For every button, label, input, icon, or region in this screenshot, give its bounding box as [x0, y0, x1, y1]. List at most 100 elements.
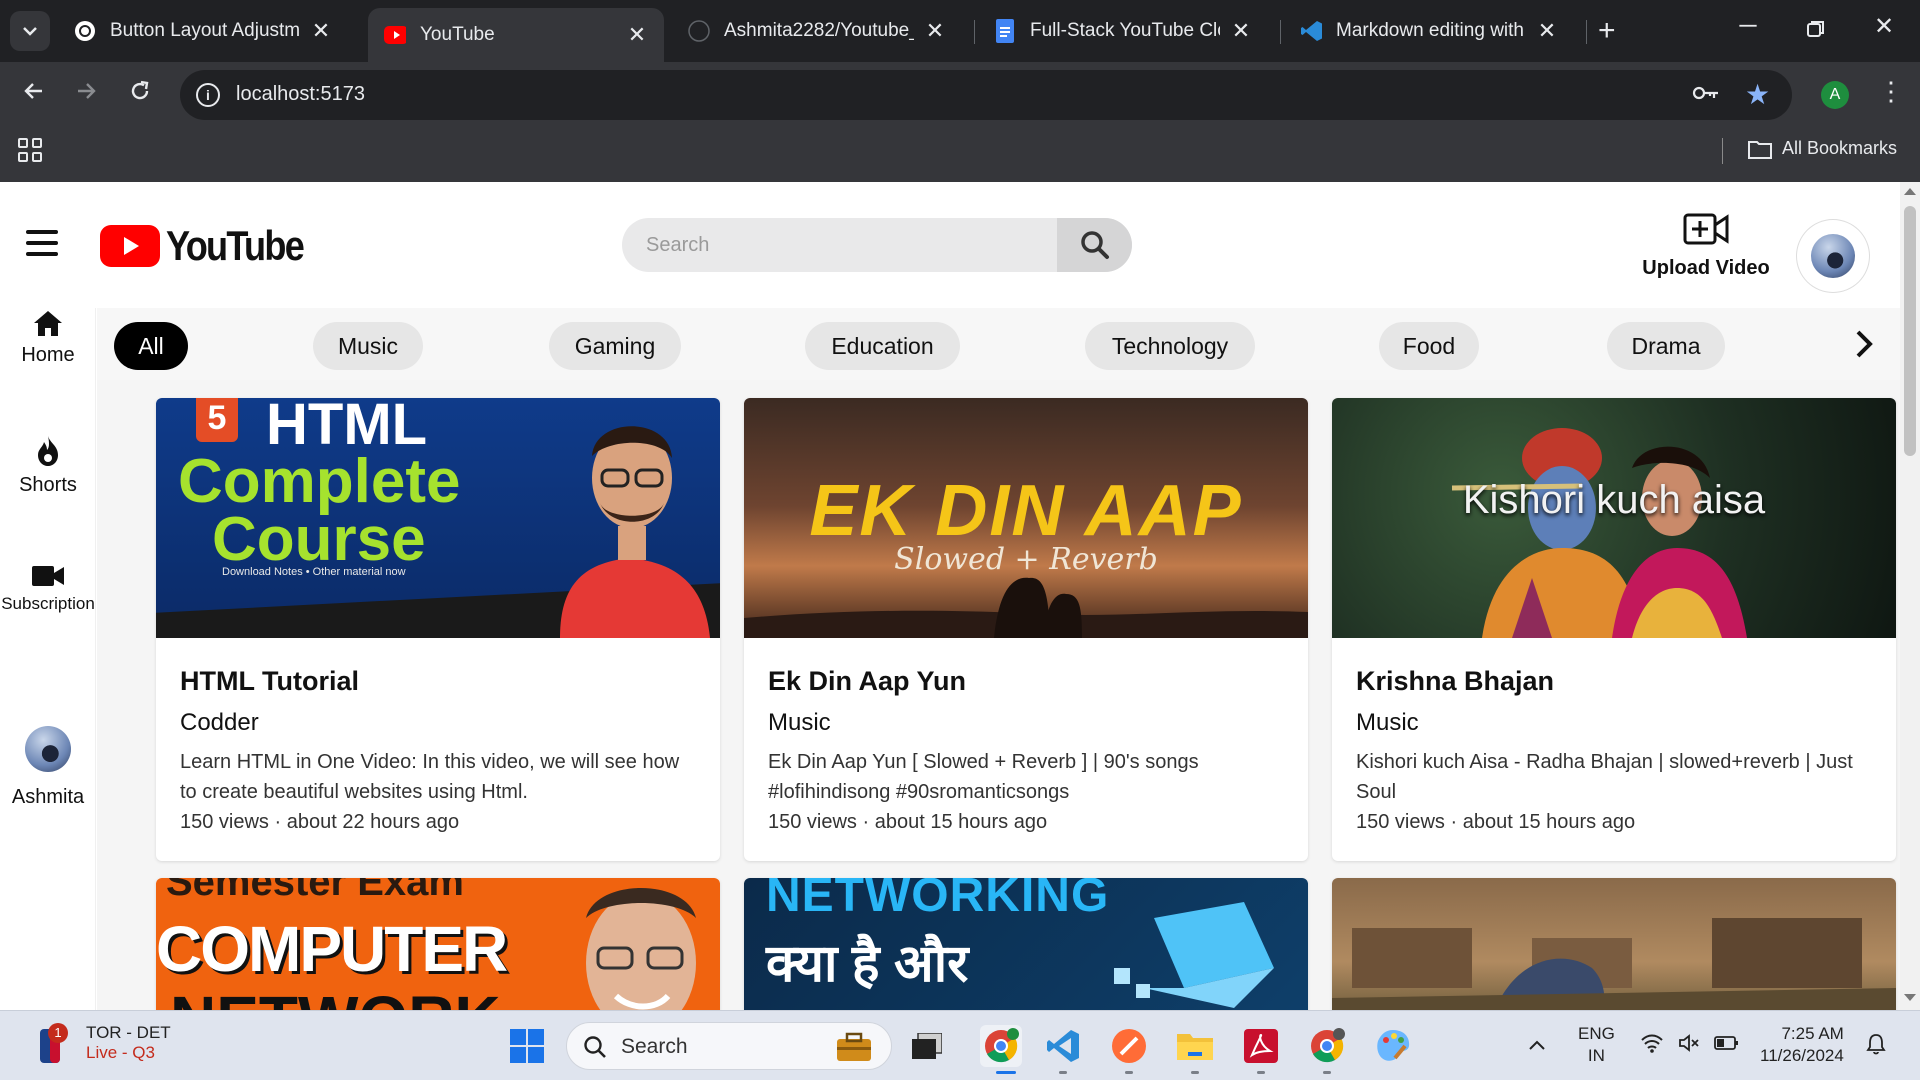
bookmark-star-icon[interactable]: ★ — [1745, 78, 1770, 111]
taskbar-acrobat[interactable] — [1240, 1025, 1282, 1067]
chevron-up-icon — [1529, 1040, 1545, 1050]
sidebar-item-home[interactable]: Home — [0, 308, 96, 367]
search-input[interactable] — [622, 218, 1057, 272]
address-bar[interactable]: i localhost:5173 ★ — [180, 70, 1792, 120]
sports-widget[interactable]: 1 TOR - DET Live - Q3 — [36, 1023, 171, 1063]
chevron-down-icon — [23, 27, 37, 36]
sidebar-item-shorts[interactable]: Shorts — [0, 434, 96, 497]
video-card[interactable]: EK DIN AAP Slowed + Reverb Ek Din Aap Yu… — [744, 398, 1308, 861]
scroll-up-arrow[interactable] — [1904, 188, 1916, 195]
browser-tab[interactable]: Ashmita2282/Youtube_cl ✕ — [672, 8, 962, 54]
thumbnail-text: HTML — [266, 398, 428, 457]
notification-bell-icon[interactable] — [1866, 1033, 1886, 1061]
task-view-button[interactable] — [906, 1025, 948, 1067]
all-bookmarks-button[interactable]: All Bookmarks — [1748, 138, 1897, 159]
back-button[interactable] — [16, 76, 52, 112]
nba-icon: 1 — [36, 1023, 68, 1063]
video-thumbnail[interactable]: NETWORKING क्या है और — [744, 878, 1308, 1010]
video-info: Ek Din Aap Yun Music Ek Din Aap Yun [ Sl… — [744, 638, 1308, 861]
taskbar-chrome-profile[interactable] — [980, 1025, 1022, 1067]
window-close-button[interactable]: ✕ — [1864, 12, 1904, 48]
chip-technology[interactable]: Technology — [1085, 322, 1255, 370]
profile-avatar[interactable]: A — [1821, 81, 1849, 109]
reload-button[interactable] — [122, 76, 158, 112]
tab-search-button[interactable] — [10, 11, 50, 51]
browser-tab[interactable]: Markdown editing with V ✕ — [1284, 8, 1574, 54]
reload-icon — [131, 80, 149, 100]
browser-tab-active[interactable]: YouTube ✕ — [368, 8, 664, 62]
thumbnail-text: NETWORKING — [766, 878, 1110, 922]
video-thumbnail[interactable]: EK DIN AAP Slowed + Reverb — [744, 398, 1308, 638]
scrollbar-thumb[interactable] — [1904, 206, 1916, 456]
input-language[interactable]: ENG IN — [1578, 1023, 1615, 1067]
video-time: about 22 hours ago — [286, 811, 460, 833]
close-icon[interactable]: ✕ — [924, 18, 946, 44]
presenter-figure — [586, 888, 696, 1010]
taskbar-vscode[interactable] — [1042, 1025, 1084, 1067]
url-text[interactable]: localhost:5173 — [236, 83, 365, 106]
close-icon[interactable]: ✕ — [1536, 18, 1558, 44]
video-card[interactable]: 5 HTML Complete Course Download Notes • … — [156, 398, 720, 861]
chip-music[interactable]: Music — [313, 322, 423, 370]
browser-tab[interactable]: Full-Stack YouTube Clone ✕ — [978, 8, 1268, 54]
chip-education[interactable]: Education — [805, 322, 960, 370]
show-hidden-icons-button[interactable] — [1528, 1031, 1546, 1057]
apps-grid-icon[interactable] — [18, 138, 42, 162]
new-tab-button[interactable]: + — [1598, 14, 1616, 48]
wifi-icon — [1641, 1034, 1663, 1053]
video-thumbnail[interactable]: Semester Exam COMPUTER NETWORK — [156, 878, 720, 1010]
video-title[interactable]: Krishna Bhajan — [1356, 666, 1872, 697]
minimize-button[interactable]: ─ — [1728, 12, 1768, 48]
page-scrollbar[interactable] — [1900, 182, 1920, 1010]
sidebar-item-profile[interactable]: Ashmita — [0, 726, 96, 809]
user-avatar[interactable] — [1797, 220, 1869, 292]
arrow-right-icon — [78, 83, 96, 99]
video-title[interactable]: Ek Din Aap Yun — [768, 666, 1284, 697]
restore-button[interactable] — [1796, 12, 1836, 48]
video-card[interactable] — [1332, 878, 1896, 1010]
video-card[interactable]: Semester Exam COMPUTER NETWORK — [156, 878, 720, 1010]
taskbar-postman[interactable] — [1108, 1025, 1150, 1067]
site-info-icon[interactable]: i — [196, 83, 220, 107]
video-thumbnail[interactable]: 5 HTML Complete Course Download Notes • … — [156, 398, 720, 638]
video-thumbnail[interactable]: Kishori kuch aisa — [1332, 398, 1896, 638]
battery-icon — [1714, 1036, 1738, 1050]
chip-all[interactable]: All — [114, 322, 188, 370]
video-description: Ek Din Aap Yun [ Slowed + Reverb ] | 90'… — [768, 751, 1199, 803]
close-icon[interactable]: ✕ — [310, 18, 332, 44]
close-icon[interactable]: ✕ — [1230, 18, 1252, 44]
upload-video-button[interactable]: Upload Video — [1636, 212, 1776, 280]
video-thumbnail[interactable] — [1332, 878, 1896, 1010]
video-card[interactable]: NETWORKING क्या है और — [744, 878, 1308, 1010]
chip-food[interactable]: Food — [1379, 322, 1479, 370]
search-button[interactable] — [1057, 218, 1132, 272]
scroll-down-arrow[interactable] — [1904, 994, 1916, 1001]
more-menu-icon[interactable]: ⋮ — [1878, 76, 1904, 107]
chip-drama[interactable]: Drama — [1607, 322, 1725, 370]
chips-next-button[interactable] — [1846, 324, 1880, 364]
forward-button[interactable] — [68, 76, 104, 112]
close-icon[interactable]: ✕ — [626, 22, 648, 48]
start-button[interactable] — [506, 1025, 548, 1067]
video-camera-icon — [32, 566, 64, 586]
clock-time: 7:25 AM — [1781, 1024, 1844, 1043]
sidebar-item-label: Shorts — [19, 474, 77, 496]
browser-tab[interactable]: Button Layout Adjustmen ✕ — [58, 8, 348, 54]
video-channel: Codder — [180, 709, 259, 736]
widget-score: TOR - DET — [86, 1023, 171, 1042]
menu-icon[interactable] — [26, 230, 58, 256]
taskbar-search[interactable]: Search — [566, 1022, 892, 1070]
youtube-play-icon — [100, 225, 160, 267]
taskbar-paint[interactable] — [1372, 1025, 1414, 1067]
thumbnail-text: क्या है और — [766, 935, 969, 993]
sidebar-item-subscription[interactable]: Subscription — [0, 564, 96, 614]
chip-gaming[interactable]: Gaming — [549, 322, 681, 370]
taskbar-file-explorer[interactable] — [1174, 1025, 1216, 1067]
youtube-logo[interactable]: YouTube — [100, 222, 325, 270]
password-key-icon[interactable] — [1692, 82, 1720, 108]
clock[interactable]: 7:25 AM 11/26/2024 — [1760, 1023, 1844, 1067]
taskbar-chrome[interactable] — [1306, 1025, 1348, 1067]
video-title[interactable]: HTML Tutorial — [180, 666, 696, 697]
system-tray-icons[interactable] — [1640, 1033, 1740, 1053]
video-card[interactable]: Kishori kuch aisa Krishna Bhajan Music K… — [1332, 398, 1896, 861]
